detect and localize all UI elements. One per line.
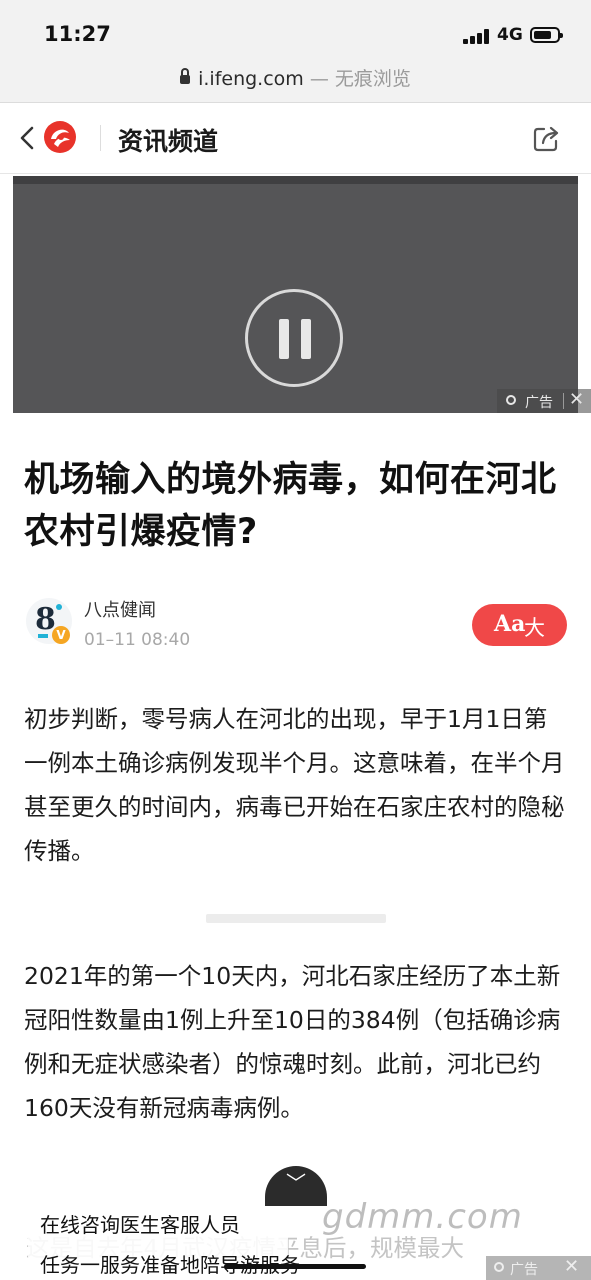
channel-title: 资讯频道	[118, 127, 219, 156]
clock: 11:27	[44, 22, 111, 46]
video-top-shade	[13, 176, 578, 184]
home-indicator[interactable]	[224, 1264, 366, 1269]
ad-info-icon	[506, 395, 516, 405]
nav-divider	[100, 125, 101, 151]
article-title: 机场输入的境外病毒，如何在河北农村引爆疫情?	[24, 460, 557, 552]
close-icon[interactable]: ✕	[564, 1256, 579, 1277]
paragraph-divider	[206, 914, 386, 923]
network-type: 4G	[497, 25, 523, 45]
lock-icon	[180, 68, 191, 84]
ifeng-logo-icon[interactable]	[43, 120, 77, 154]
bottom-ad-tag[interactable]: 广告 ✕	[486, 1256, 591, 1280]
close-icon[interactable]: ✕	[569, 389, 584, 410]
share-icon[interactable]	[530, 123, 562, 155]
watermark: gdmm.com	[322, 1197, 523, 1237]
font-size-label: 大	[524, 616, 545, 640]
verified-icon: V	[52, 626, 70, 644]
video-player[interactable]	[13, 176, 578, 413]
author-name[interactable]: 八点健闻	[84, 596, 156, 622]
article-paragraph-2: 2021年的第一个10天内，河北石家庄经历了本土新冠阳性数量由1例上升至10日的…	[24, 962, 561, 1122]
battery-icon	[530, 27, 563, 43]
collapse-chevron-icon[interactable]: ﹀	[265, 1166, 327, 1206]
article-paragraph-1: 初步判断，零号病人在河北的出现，早于1月1日第一例本土确诊病例发现半个月。这意味…	[24, 705, 565, 865]
bottom-ad-label: 广告	[510, 1262, 538, 1278]
ad-line-1: 在线咨询医生客服人员	[40, 1213, 240, 1237]
status-bar: 11:27 4G	[0, 0, 591, 58]
channel-nav-bar: 资讯频道	[0, 103, 591, 174]
url-display[interactable]: i.ifeng.com — 无痕浏览	[0, 64, 591, 91]
pause-icon[interactable]	[245, 289, 343, 387]
publish-date: 01–11 08:40	[84, 630, 191, 650]
signal-icon	[463, 28, 491, 44]
font-size-button[interactable]: Aa 大	[472, 604, 567, 646]
url-text: i.ifeng.com	[198, 68, 304, 90]
video-ad-tag[interactable]: 广告 ✕	[497, 389, 591, 413]
ad-label: 广告	[525, 395, 553, 411]
chevron-left-icon[interactable]	[14, 123, 42, 153]
ad-info-icon	[494, 1262, 504, 1272]
font-size-icon: Aa	[494, 611, 526, 637]
browser-url-bar[interactable]: i.ifeng.com — 无痕浏览	[0, 58, 591, 103]
ad-separator	[563, 393, 564, 409]
private-mode-label: — 无痕浏览	[309, 68, 411, 90]
avatar[interactable]: 8 V	[26, 598, 72, 644]
